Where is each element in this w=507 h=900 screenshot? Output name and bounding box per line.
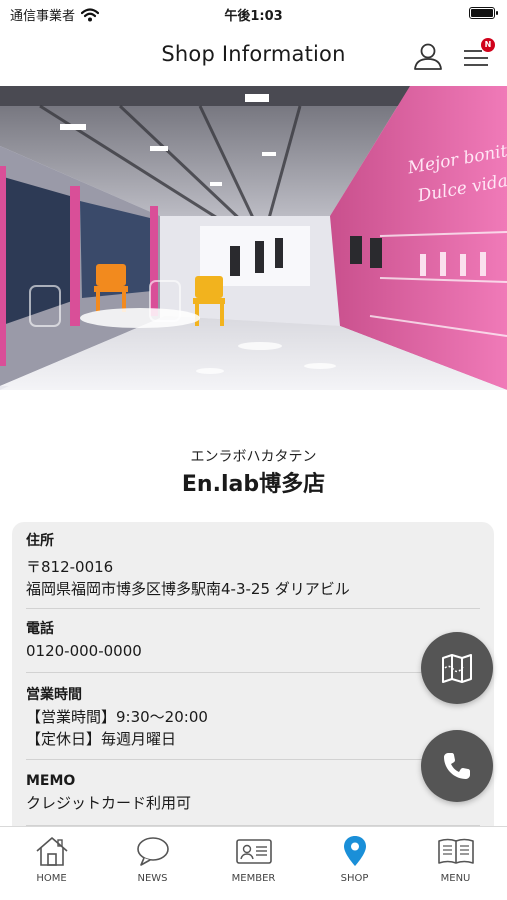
tab-label: NEWS <box>137 873 168 884</box>
tab-label: SHOP <box>340 873 369 884</box>
tab-label: MEMBER <box>231 873 276 884</box>
hours-label: 営業時間 <box>26 687 82 703</box>
member-card-icon <box>235 839 272 864</box>
tab-member[interactable]: MEMBER <box>203 835 304 897</box>
user-icon <box>414 43 442 70</box>
postal-code: 〒812-0016 <box>26 558 114 576</box>
shop-photo: Mejor bonita Dulce vida <box>0 86 507 390</box>
tab-home[interactable]: HOME <box>1 835 102 897</box>
tab-label: MENU <box>440 873 471 884</box>
account-button[interactable] <box>412 40 444 72</box>
memo-section: MEMO クレジットカード利用可 <box>26 770 480 814</box>
call-button[interactable] <box>421 730 493 802</box>
phone-icon <box>444 753 470 779</box>
map-icon <box>442 654 472 683</box>
shop-info-card: 住所 〒812-0016 福岡県福岡市博多区博多駅南4-3-25 ダリアビル 電… <box>12 522 494 842</box>
home-icon <box>35 837 68 866</box>
map-button[interactable] <box>421 632 493 704</box>
address-text[interactable]: 福岡県福岡市博多区博多駅南4-3-25 ダリアビル <box>26 578 480 600</box>
shop-name-kana: エンラボハカタテン <box>190 449 317 465</box>
address-section: 住所 〒812-0016 福岡県福岡市博多区博多駅南4-3-25 ダリアビル <box>26 530 480 600</box>
tab-shop[interactable]: SHOP <box>304 835 405 897</box>
hamburger-menu-button[interactable]: N <box>460 38 496 72</box>
shop-name: En.lab博多店 <box>181 472 326 497</box>
memo-text: クレジットカード利用可 <box>26 794 192 812</box>
phone-number[interactable]: 0120-000-0000 <box>26 640 480 662</box>
notification-badge: N <box>481 38 495 52</box>
hours-section: 営業時間 【営業時間】9:30〜20:00 【定休日】毎週月曜日 <box>26 684 480 750</box>
divider <box>26 759 480 760</box>
salon-interior-image: Mejor bonita Dulce vida <box>0 86 507 390</box>
phone-label: 電話 <box>26 621 54 637</box>
battery-icon <box>469 7 498 19</box>
header: Shop Information N <box>0 28 507 86</box>
status-bar: 通信事業者 午後1:03 <box>0 0 507 28</box>
divider <box>26 608 480 609</box>
divider <box>26 672 480 673</box>
location-pin-icon <box>343 836 366 866</box>
tab-news[interactable]: NEWS <box>102 835 203 897</box>
speech-bubble-icon <box>136 837 169 866</box>
closed-days: 【定休日】毎週月曜日 <box>26 730 177 748</box>
memo-label: MEMO <box>26 773 76 789</box>
phone-section: 電話 0120-000-0000 <box>26 618 480 662</box>
status-time: 午後1:03 <box>224 9 283 24</box>
address-label: 住所 <box>26 533 54 549</box>
tab-label: HOME <box>36 873 67 884</box>
business-hours: 【営業時間】9:30〜20:00 <box>26 708 208 726</box>
tab-bar: HOME NEWS MEMBER SHOP MENU <box>0 826 507 900</box>
book-icon <box>437 838 474 864</box>
tab-menu[interactable]: MENU <box>405 835 506 897</box>
